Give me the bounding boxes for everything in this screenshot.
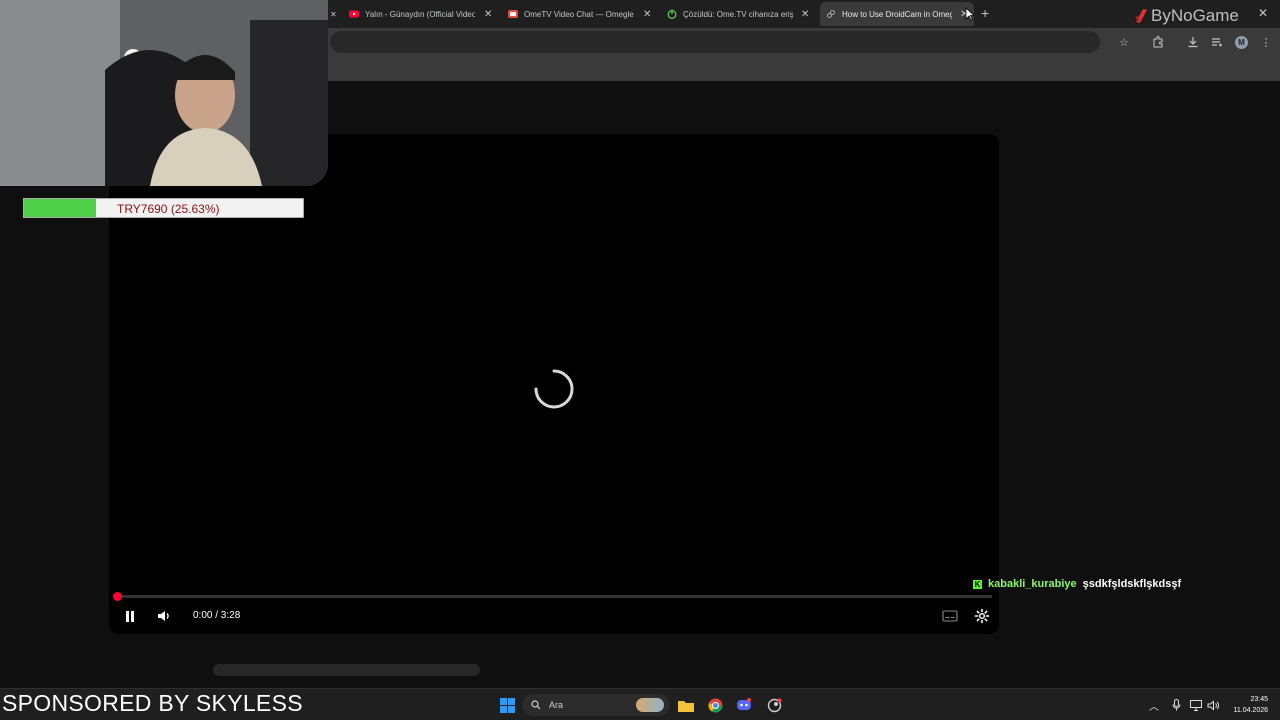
new-tab-button[interactable]: + <box>981 5 989 21</box>
tab-title: OmeTV Video Chat — Omegle <box>524 9 634 19</box>
menu-icon[interactable]: ⋮ <box>1258 34 1274 50</box>
window-close-button[interactable]: ✕ <box>1258 6 1268 20</box>
tab-title: Çözüldü: Ome.TV cihanıza erişim <box>683 9 793 19</box>
clock-time: 23:45 <box>1250 696 1268 703</box>
search-label: Ara <box>549 700 564 710</box>
discord-taskbar-button[interactable] <box>736 697 752 713</box>
tab-ometv[interactable]: OmeTV Video Chat — Omegle ✕ <box>502 2 657 26</box>
search-highlight-icon <box>636 698 664 712</box>
webcam-image <box>0 0 328 186</box>
network-icon[interactable] <box>1190 699 1202 711</box>
search-icon <box>531 700 541 710</box>
start-button[interactable] <box>499 697 515 713</box>
chat-username: kabakli_kurabiye <box>988 578 1077 590</box>
pause-button[interactable] <box>121 607 139 625</box>
power-icon <box>667 9 677 19</box>
discord-icon <box>737 698 751 710</box>
loading-placeholder <box>213 664 480 676</box>
time-display: 0:00 / 3:28 <box>193 610 241 621</box>
chevron-up-icon[interactable]: ︿ <box>1148 699 1160 713</box>
chrome-icon <box>708 698 722 712</box>
settings-button[interactable] <box>973 607 991 625</box>
watermark-text: ByNoGame <box>1151 6 1239 25</box>
watermark: ByNoGame <box>1134 6 1239 26</box>
folder-icon <box>678 700 694 712</box>
donation-goal-bar: TRY7690 (25.63%) <box>23 198 304 218</box>
sponsor-banner: SPONSORED BY SKYLESS <box>2 690 303 716</box>
gear-icon <box>974 608 990 624</box>
loading-spinner-icon <box>534 369 574 409</box>
youtube-icon <box>349 10 359 18</box>
link-icon <box>827 10 835 18</box>
kick-badge-icon: K <box>973 579 982 589</box>
extensions-icon[interactable] <box>1150 34 1166 50</box>
file-explorer-button[interactable] <box>678 697 694 713</box>
pause-icon <box>126 610 134 622</box>
microphone-icon[interactable] <box>1170 699 1182 711</box>
close-icon[interactable]: ✕ <box>801 9 809 20</box>
profile-avatar[interactable]: M <box>1235 36 1248 49</box>
bynogame-logo-icon <box>1135 9 1147 23</box>
media-control-icon[interactable] <box>1209 34 1225 50</box>
speaker-icon[interactable] <box>1207 699 1219 711</box>
close-icon[interactable]: ✕ <box>643 9 651 20</box>
chrome-taskbar-button[interactable] <box>707 697 723 713</box>
volume-button[interactable] <box>155 607 173 625</box>
star-icon[interactable]: ☆ <box>1116 34 1132 50</box>
address-bar[interactable] <box>330 31 1100 53</box>
chat-text: şsdkfşldskflşkdsşf <box>1082 578 1182 590</box>
donation-goal-text: TRY7690 (25.63%) <box>117 202 220 216</box>
app-icon <box>767 698 781 712</box>
system-clock[interactable]: 23:45 11.04.2026 <box>1233 694 1268 716</box>
video-progress-bar[interactable] <box>116 595 992 598</box>
tab-title: How to Use DroidCam in Omegle <box>842 9 952 19</box>
clock-date: 11.04.2026 <box>1233 707 1268 714</box>
download-icon[interactable] <box>1185 34 1201 50</box>
tab-title: Yalın - Günaydın (Official Video) <box>365 9 475 19</box>
scrubber-handle[interactable] <box>113 592 122 601</box>
tab-cozuldu[interactable]: Çözüldü: Ome.TV cihanıza erişim ✕ <box>661 2 816 26</box>
steam-taskbar-button[interactable] <box>766 697 782 713</box>
webcam-feed <box>0 0 328 186</box>
tab-youtube[interactable]: Yalın - Günaydın (Official Video) ✕ <box>343 2 498 26</box>
subtitles-button[interactable] <box>941 608 959 624</box>
ometv-icon <box>508 10 518 18</box>
tab-droidcam[interactable]: How to Use DroidCam in Omegle ✕ <box>820 2 974 26</box>
mouse-cursor-icon <box>965 7 975 21</box>
windows-logo-icon <box>499 697 515 713</box>
donation-goal-fill <box>24 199 96 217</box>
chat-message: K kabakli_kurabiye şsdkfşldskflşkdsşf <box>973 578 1181 590</box>
subtitles-icon <box>942 610 958 622</box>
taskbar-search[interactable]: Ara <box>522 694 670 716</box>
close-icon[interactable]: ✕ <box>484 9 492 20</box>
volume-icon <box>158 611 169 621</box>
